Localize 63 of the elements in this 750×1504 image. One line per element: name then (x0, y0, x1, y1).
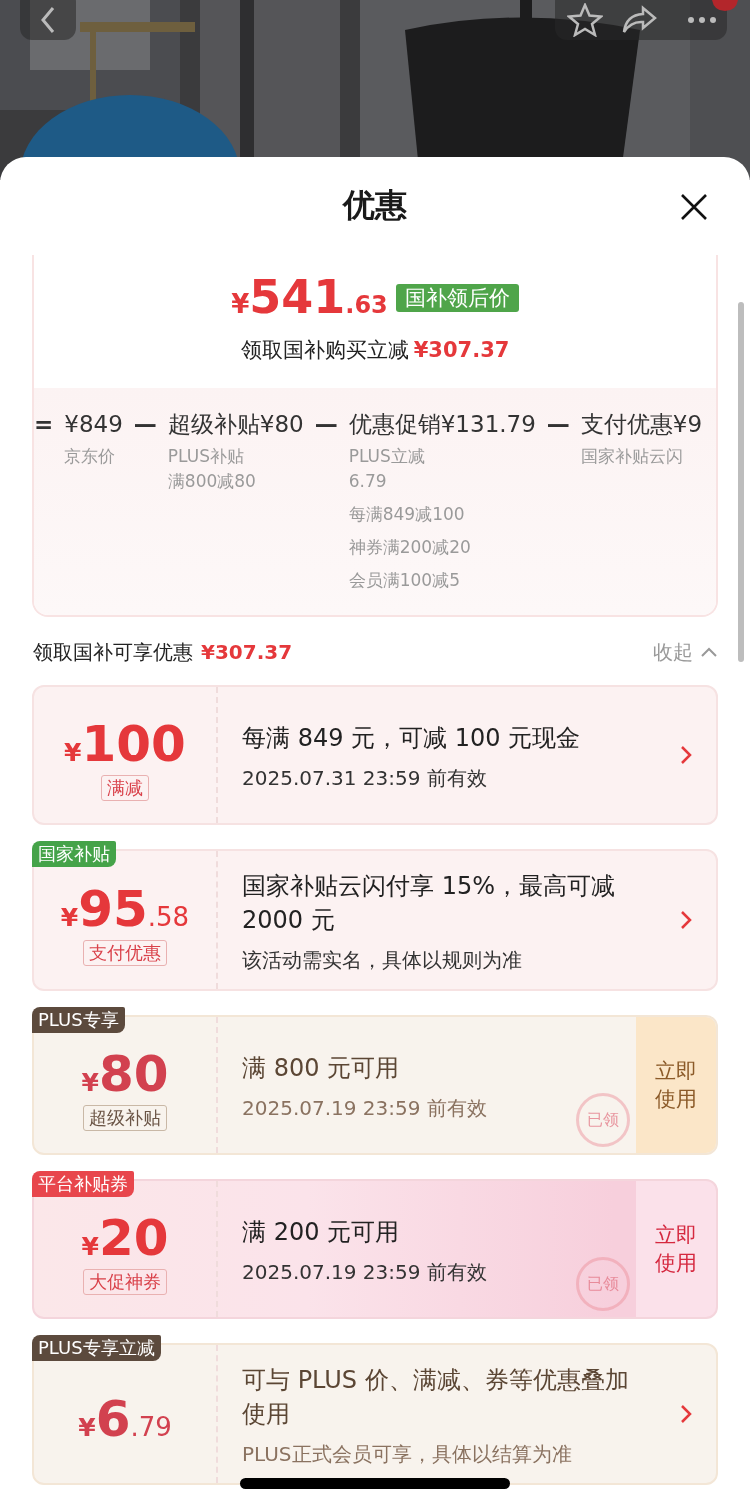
operator-sign: = (34, 410, 54, 439)
chevron-right-icon[interactable] (680, 1404, 692, 1424)
coupon-type-label: 大促神券 (83, 1269, 167, 1295)
use-now-button[interactable]: 立即使用 (636, 1181, 716, 1317)
amount: ¥80 (81, 1049, 169, 1099)
price-tag: 国补领后价 (395, 284, 519, 312)
claimed-stamp: 已领 (576, 1257, 630, 1311)
breakdown-detail: 国家补贴云闪 (580, 445, 684, 468)
breakdown-amount: 优惠促销¥131.79 (348, 410, 536, 439)
operator-sign: — (546, 410, 570, 439)
coupon-subtitle: PLUS正式会员可享，具体以结算为准 (242, 1441, 572, 1468)
breakdown-detail: 神券满200减20 (348, 536, 472, 559)
sheet-title: 优惠 (343, 185, 407, 226)
chevron-right-icon[interactable] (680, 910, 692, 930)
coupon-subtitle: 该活动需实名，具体以规则为准 (242, 947, 522, 974)
notification-badge-icon (712, 0, 738, 12)
operator-sign: — (314, 410, 338, 439)
breakdown-detail: 每满849减100 (348, 503, 466, 526)
coupon-subtitle: 2025.07.19 23:59 前有效 (242, 1259, 487, 1286)
section-title: 领取国补可享优惠 (33, 639, 193, 666)
coupon-title: 国家补贴云闪付享 15%，最高可减 2000 元 (242, 871, 616, 936)
coupon-tag: 平台补贴券 (32, 1171, 134, 1197)
coupon-subtitle: 2025.07.31 23:59 前有效 (242, 765, 487, 792)
section-amount: ¥307.37 (201, 639, 293, 666)
scrollbar[interactable] (738, 302, 744, 662)
claimed-stamp: 已领 (576, 1093, 630, 1147)
more-icon[interactable] (687, 16, 717, 24)
breakdown-detail: 京东价 (64, 445, 117, 468)
breakdown-detail: 6.79 (348, 470, 388, 493)
amount: ¥100 (64, 719, 186, 769)
close-icon[interactable] (680, 193, 708, 221)
coupon-tag: PLUS专享 (32, 1007, 125, 1033)
chevron-right-icon[interactable] (680, 745, 692, 765)
star-icon[interactable] (567, 3, 603, 37)
coupon-tag: 国家补贴 (32, 841, 116, 867)
amount: ¥6.79 (78, 1394, 172, 1444)
breakdown-amount: 超级补贴¥80 (167, 410, 304, 439)
breakdown-detail: PLUS补贴 (167, 445, 245, 468)
price: ¥541.63 (231, 269, 388, 326)
coupon-title: 每满 849 元，可减 100 元现金 (242, 723, 582, 754)
breakdown-detail: 满800减80 (167, 470, 257, 493)
share-icon[interactable] (621, 5, 657, 35)
coupon-subtitle: 2025.07.19 23:59 前有效 (242, 1095, 487, 1122)
coupon-type-label: 超级补贴 (83, 1105, 167, 1131)
coupon-title: 可与 PLUS 价、满减、券等优惠叠加使用 (242, 1365, 630, 1430)
back-icon (41, 6, 55, 34)
collapse-toggle[interactable]: 收起 (653, 637, 717, 667)
breakdown-amount: 支付优惠¥9 (580, 410, 703, 439)
saving-label: 领取国补购买立减 (240, 337, 409, 362)
breakdown-amount: ¥849 (64, 410, 123, 439)
coupon-tag: PLUS专享立减 (32, 1335, 161, 1361)
back-button[interactable] (20, 0, 76, 40)
use-now-button[interactable]: 立即使用 (636, 1017, 716, 1153)
coupon-title: 满 200 元可用 (242, 1217, 401, 1248)
saving-amount: ¥307.37 (413, 337, 510, 362)
breakdown-detail: PLUS立减 (348, 445, 426, 468)
coupon-type-label: 满减 (101, 775, 149, 801)
coupon-title: 满 800 元可用 (242, 1053, 401, 1084)
coupon-type-label: 支付优惠 (83, 940, 167, 966)
breakdown-detail: 会员满100减5 (348, 569, 461, 592)
amount: ¥95.58 (60, 884, 190, 934)
operator-sign: — (133, 410, 157, 439)
amount: ¥20 (81, 1213, 169, 1263)
